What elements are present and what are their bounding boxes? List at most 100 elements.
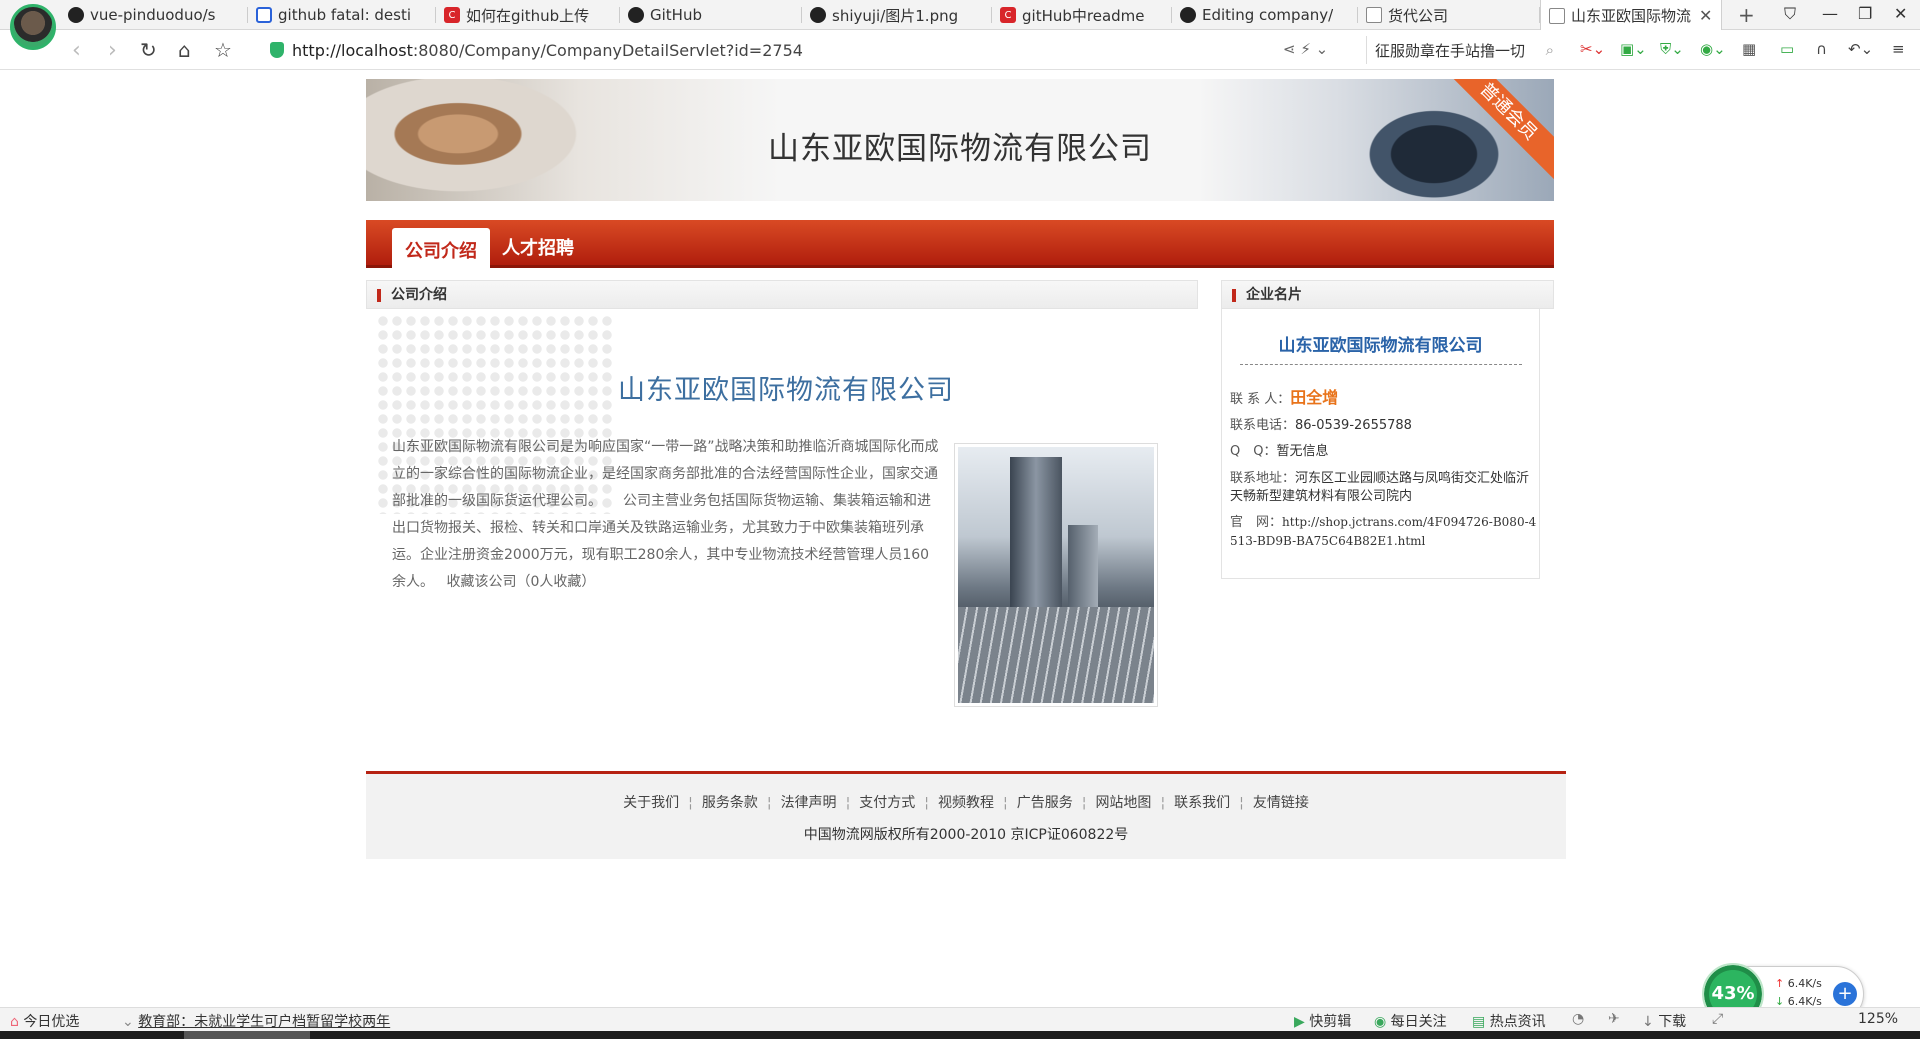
search-text: 征服勋章在手站撸一切 (1375, 41, 1526, 60)
tab-label: 货代公司 (1388, 6, 1449, 25)
download-icon: ↓ (1642, 1014, 1654, 1030)
download-button[interactable]: ↓ 下载 (1642, 1011, 1686, 1031)
apps-icon[interactable]: ▦ (1742, 40, 1756, 58)
url-text: http://localhost:8080/Company/CompanyDet… (292, 40, 803, 60)
today-picks[interactable]: ⌂ 今日优选 (10, 1011, 79, 1031)
bookmark-star-icon[interactable]: ☆ (214, 38, 232, 62)
browser-tab[interactable]: Editing company/ (1172, 0, 1358, 30)
footer-link[interactable]: 友情链接 (1253, 795, 1309, 811)
reload-icon[interactable]: ↻ (140, 38, 157, 62)
chevron-down-icon: ⌄ (122, 1014, 134, 1030)
cut-extension-icon[interactable]: ✂⌄ (1580, 40, 1605, 58)
share-icon[interactable]: ⋖ ⚡ ⌄ (1283, 40, 1328, 58)
browser-tab[interactable]: 货代公司 (1358, 0, 1540, 30)
footer-link[interactable]: 视频教程 (938, 795, 994, 811)
browser-tab[interactable]: 山东亚欧国际物流 ✕ (1540, 0, 1722, 31)
card-section-title: 企业名片 (1221, 280, 1554, 309)
qq-row: Q Q：暂无信息 (1230, 444, 1329, 459)
back-icon[interactable]: ‹ (72, 38, 81, 63)
battery-icon[interactable]: ▭ (1780, 40, 1794, 58)
taskbar-edge (0, 1031, 1920, 1039)
quick-edit[interactable]: ▶ 快剪辑 (1294, 1011, 1351, 1031)
csdn-icon: C (1000, 7, 1016, 23)
pin-icon[interactable]: ⛉ (1784, 4, 1796, 24)
close-window-button[interactable]: ✕ (1894, 4, 1907, 23)
footer-link[interactable]: 服务条款 (702, 795, 758, 811)
github-icon (628, 7, 644, 23)
search-icon[interactable]: ⌕ (1546, 41, 1554, 59)
menu-icon[interactable]: ≡ (1892, 40, 1905, 58)
site-footer: 关于我们 ¦ 服务条款 ¦ 法律声明 ¦ 支付方式 ¦ 视频教程 ¦ 广告服务 ¦ 网站地图 ¦ 联系我们 ¦… (366, 771, 1566, 859)
speed-icon[interactable]: ◔ (1572, 1011, 1584, 1027)
business-card-panel: 企业名片 山东亚欧国际物流有限公司 联 系 人：田全增 联系电话：86-0539… (1221, 280, 1554, 579)
tab-label: shiyuji/图片1.png (832, 6, 959, 25)
upload-speed: ↑ 6.4K/s (1775, 977, 1822, 990)
forward-icon[interactable]: › (108, 38, 117, 63)
news-ticker[interactable]: ⌄ 教育部：未就业学生可户档暂留学校两年 (122, 1011, 390, 1031)
tab-label: 如何在github上传 (466, 6, 590, 25)
browser-tab[interactable]: C 如何在github上传 (436, 0, 620, 30)
home-icon[interactable]: ⌂ (178, 38, 191, 62)
video-icon: ▶ (1294, 1014, 1305, 1030)
fullscreen-icon[interactable]: ⤢ (1712, 1011, 1723, 1027)
browser-tab[interactable]: vue-pinduoduo/s (60, 0, 248, 30)
card-company-name[interactable]: 山东亚欧国际物流有限公司 (1222, 331, 1539, 356)
tab-label: gitHub中readme (1022, 6, 1145, 25)
favorite-link[interactable]: 收藏该公司（0人收藏） (446, 574, 595, 590)
footer-link[interactable]: 支付方式 (859, 795, 915, 811)
company-nav: 公司介绍 人才招聘 (366, 220, 1554, 268)
page-icon (1366, 7, 1382, 23)
browser-tab[interactable]: shiyuji/图片1.png (802, 0, 992, 30)
footer-link[interactable]: 网站地图 (1095, 795, 1151, 811)
game-extension-icon[interactable]: ◉⌄ (1700, 40, 1726, 58)
new-tab-button[interactable]: + (1738, 3, 1755, 27)
company-photo (954, 443, 1158, 707)
qq-value: 暂无信息 (1276, 444, 1329, 459)
security-extension-icon[interactable]: ⛨⌄ (1660, 40, 1684, 58)
business-card: 山东亚欧国际物流有限公司 联 系 人：田全增 联系电话：86-0539-2655… (1221, 309, 1540, 579)
minimize-button[interactable]: — (1822, 4, 1838, 23)
user-avatar[interactable] (10, 4, 56, 50)
translate-extension-icon[interactable]: ▣⌄ (1620, 40, 1647, 58)
close-tab-icon[interactable]: ✕ (1699, 6, 1712, 25)
pin-status-icon[interactable]: ✈ (1608, 1011, 1620, 1027)
tab-label: vue-pinduoduo/s (90, 6, 216, 24)
footer-link[interactable]: 法律声明 (781, 795, 837, 811)
tab-recruitment[interactable]: 人才招聘 (502, 234, 574, 282)
intro-panel: 公司介绍 山东亚欧国际物流有限公司 山东亚欧国际物流有限公司是为响应国家“一带一… (366, 280, 1198, 707)
page-icon (1549, 7, 1565, 24)
footer-link[interactable]: 联系我们 (1174, 795, 1230, 811)
search-input[interactable]: 征服勋章在手站撸一切 ⌕ (1366, 36, 1558, 64)
card-divider (1240, 364, 1522, 365)
phone-value: 86-0539-2655788 (1295, 418, 1412, 433)
address-row: 联系地址：河东区工业园顺达路与凤鸣街交汇处临沂天畅新型建筑材料有限公司院内 (1230, 471, 1530, 504)
url-input[interactable]: http://localhost:8080/Company/CompanyDet… (270, 36, 1330, 64)
banner-title: 山东亚欧国际物流有限公司 (768, 131, 1152, 167)
status-bar: ⌂ 今日优选 ⌄ 教育部：未就业学生可户档暂留学校两年 ▶ 快剪辑 ◉ 每日关注… (0, 1007, 1920, 1031)
github-icon (1180, 7, 1196, 23)
hot-news[interactable]: ▤ 热点资讯 (1472, 1011, 1546, 1031)
browser-tab-bar: vue-pinduoduo/s github fatal: desti C 如何在gi… (0, 0, 1920, 31)
github-icon (68, 7, 84, 23)
web-page: 山东亚欧国际物流有限公司 普通会员 公司介绍 人才招聘 公司介绍 山东亚欧国际物… (0, 71, 1920, 1007)
headphones-icon[interactable]: ∩ (1816, 40, 1827, 58)
accelerate-icon[interactable]: + (1833, 982, 1857, 1006)
daily-focus[interactable]: ◉ 每日关注 (1374, 1011, 1447, 1031)
copyright: 中国物流网版权所有2000-2010 京ICP证060822号 (803, 827, 1129, 843)
baidu-icon (256, 7, 272, 23)
contact-name: 田全增 (1290, 388, 1339, 407)
browser-tab[interactable]: CgitHub中readme (992, 0, 1172, 30)
browser-tab[interactable]: GitHub (620, 0, 802, 30)
play-circle-icon: ◉ (1374, 1014, 1387, 1030)
undo-icon[interactable]: ↶⌄ (1848, 40, 1873, 58)
zoom-level[interactable]: 125% (1858, 1011, 1898, 1027)
github-icon (810, 7, 826, 23)
restore-button[interactable]: ❐ (1858, 4, 1872, 23)
footer-links: 关于我们 ¦ 服务条款 ¦ 法律声明 ¦ 支付方式 ¦ 视频教程 ¦ 广告服务 ¦ 网站地图 ¦ 联系我们 ¦… (623, 795, 1309, 811)
browser-tab[interactable]: github fatal: desti (248, 0, 436, 30)
footer-link[interactable]: 广告服务 (1017, 795, 1073, 811)
company-intro-text: 山东亚欧国际物流有限公司是为响应国家“一带一路”战略决策和助推临沂商城国际化而成… (392, 434, 940, 596)
footer-link[interactable]: 关于我们 (623, 795, 679, 811)
tab-company-intro[interactable]: 公司介绍 (392, 228, 490, 268)
tab-label: Editing company/ (1202, 6, 1334, 24)
